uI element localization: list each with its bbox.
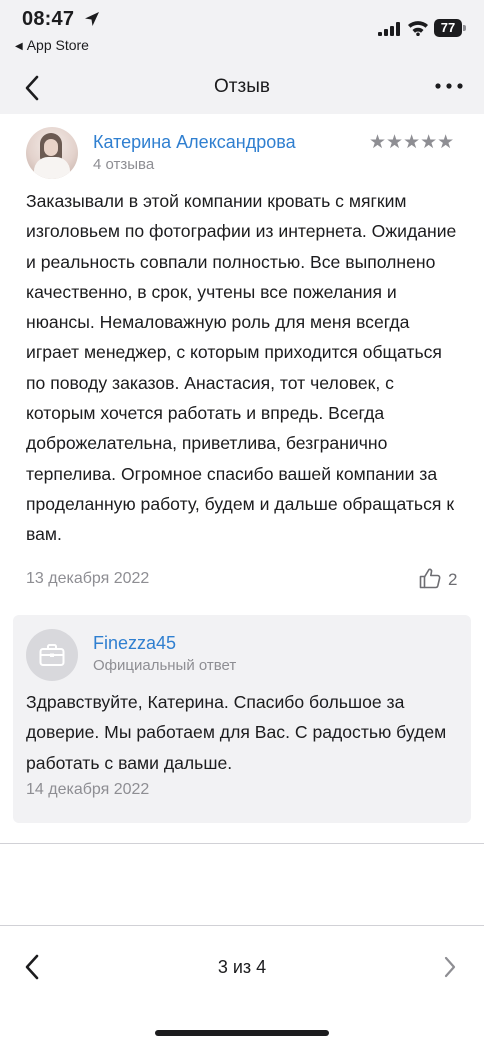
reply-role: Официальный ответ bbox=[93, 657, 237, 674]
review-screen: 08:47 ◀ App Store 77 Отзыв Катерина Алек… bbox=[0, 0, 484, 1048]
briefcase-icon bbox=[39, 644, 65, 666]
nav-bar: Отзыв bbox=[0, 62, 484, 114]
back-triangle-icon: ◀ bbox=[15, 41, 23, 52]
review-date: 13 декабря 2022 bbox=[26, 570, 150, 587]
pager: 3 из 4 bbox=[0, 925, 484, 1009]
reply-text: Здравствуйте, Катерина. Спасибо большое … bbox=[26, 692, 447, 773]
reply-date: 14 декабря 2022 bbox=[26, 781, 150, 798]
location-arrow-icon bbox=[85, 12, 99, 26]
reply-author[interactable]: Finezza45 bbox=[93, 633, 176, 654]
back-app-label: App Store bbox=[26, 37, 89, 53]
back-to-app-store-link[interactable]: ◀ App Store bbox=[15, 37, 89, 53]
page-title: Отзыв bbox=[214, 76, 270, 97]
review-text: Заказывали в этой компании кровать с мяг… bbox=[26, 191, 457, 545]
wifi-icon bbox=[408, 21, 428, 36]
pager-label: 3 из 4 bbox=[217, 957, 267, 977]
home-indicator[interactable] bbox=[155, 1030, 329, 1036]
company-avatar bbox=[26, 629, 78, 681]
author-name[interactable]: Катерина Александрова bbox=[93, 132, 296, 153]
author-reviews-count: 4 отзыва bbox=[93, 156, 155, 173]
rating-stars: ★★★★★ bbox=[369, 132, 455, 153]
status-time: 08:47 bbox=[22, 8, 75, 30]
signal-icon bbox=[378, 22, 400, 36]
battery-icon: 77 bbox=[434, 19, 466, 37]
thumbs-up-icon[interactable] bbox=[418, 566, 442, 590]
content-divider bbox=[0, 843, 484, 844]
author-avatar[interactable] bbox=[26, 127, 78, 179]
more-button[interactable] bbox=[434, 76, 464, 96]
like-count: 2 bbox=[448, 570, 458, 589]
official-reply-card: Finezza45 Официальный ответ Здравствуйте… bbox=[13, 615, 471, 823]
status-bar: 08:47 ◀ App Store 77 bbox=[0, 0, 484, 62]
next-review-button[interactable] bbox=[442, 956, 458, 978]
battery-level: 77 bbox=[434, 19, 462, 37]
